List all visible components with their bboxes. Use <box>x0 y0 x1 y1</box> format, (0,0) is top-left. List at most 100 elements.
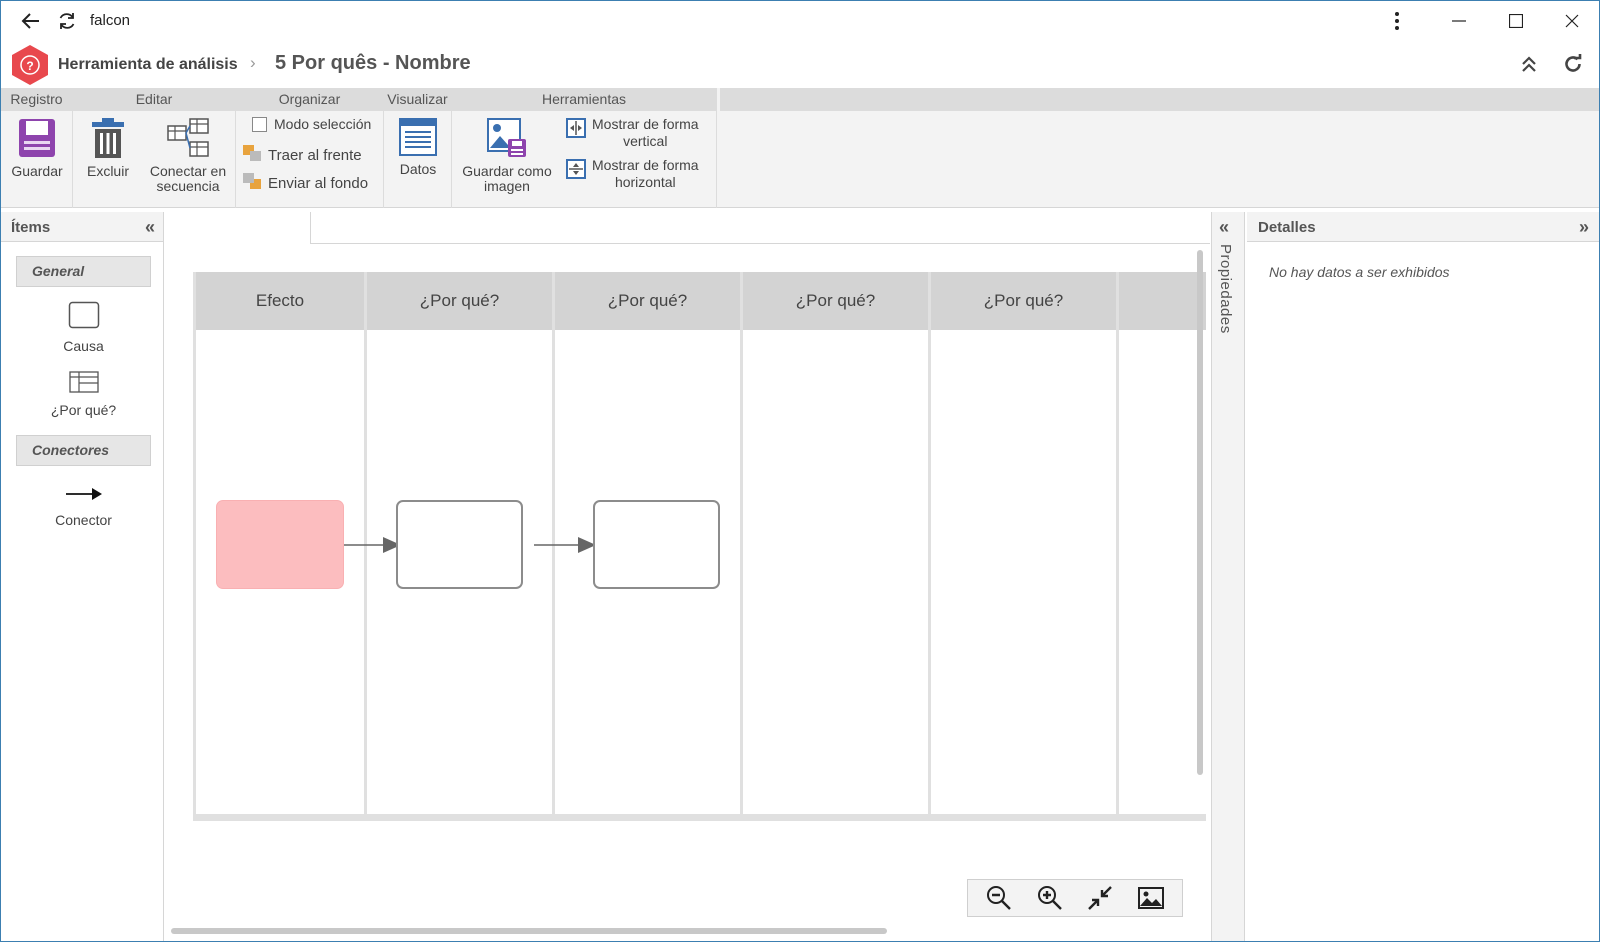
show-horizontal-button[interactable]: Mostrar de forma horizontal <box>566 157 699 191</box>
save-image-icon <box>460 118 554 161</box>
ribbon-group-visualizar: Visualizar Datos <box>384 88 452 208</box>
save-button[interactable]: Guardar <box>1 118 73 179</box>
tab-divider <box>311 243 1210 244</box>
palette-item-causa[interactable]: Causa <box>16 301 151 354</box>
connect-label-line1: Conectar en <box>149 163 227 179</box>
section-conectores: Conectores <box>16 435 151 466</box>
data-table-icon <box>384 118 452 159</box>
details-header: Detalles » <box>1247 212 1599 242</box>
vertical-layout-icon <box>566 118 586 141</box>
delete-label: Excluir <box>86 163 129 179</box>
close-icon[interactable] <box>1547 1 1597 41</box>
show-vertical-button[interactable]: Mostrar de forma vertical <box>566 116 699 150</box>
zoom-in-icon[interactable] <box>1033 883 1067 913</box>
bring-front-label: Traer al frente <box>268 146 362 164</box>
rounded-rect-icon <box>16 301 151 332</box>
more-vertical-icon[interactable] <box>1377 1 1417 41</box>
ribbon-group-organizar: Organizar Modo selección Traer al frente… <box>236 88 384 208</box>
send-to-back-button[interactable]: Enviar al fondo <box>242 172 368 194</box>
data-label: Datos <box>399 161 437 177</box>
horizontal-layout-icon <box>566 159 586 182</box>
window-title: falcon <box>90 12 131 29</box>
floppy-disk-icon <box>1 118 73 161</box>
connect-sequence-button[interactable]: Conectar en secuencia <box>143 118 233 194</box>
show-vertical-label-line2: vertical <box>623 133 668 149</box>
group-title: Registro <box>1 88 72 111</box>
items-panel-title: Ítems <box>11 219 51 236</box>
save-label: Guardar <box>11 163 63 179</box>
effect-node[interactable] <box>216 500 344 589</box>
section-general: General <box>16 256 151 287</box>
save-image-label-line2: imagen <box>484 178 530 194</box>
arrow-right-icon <box>16 485 151 506</box>
page-title: 5 Por quês - Nombre <box>275 52 471 74</box>
palette-item-por-que[interactable]: ¿Por qué? <box>16 371 151 418</box>
palette-item-conector[interactable]: Conector <box>16 485 151 528</box>
canvas-tab[interactable] <box>165 212 311 244</box>
group-title: Visualizar <box>384 88 451 111</box>
send-back-icon <box>242 172 262 194</box>
title-bar: falcon <box>1 1 1599 41</box>
details-panel: Detalles » No hay datos a ser exhibidos <box>1247 212 1599 941</box>
bring-to-front-button[interactable]: Traer al frente <box>242 144 362 166</box>
group-title: Herramientas <box>452 88 716 111</box>
group-title: Organizar <box>236 88 383 111</box>
palette-item-label: Conector <box>55 512 112 528</box>
ribbon-group-registro: Registro Guardar <box>1 88 73 208</box>
fit-to-screen-icon[interactable] <box>1083 883 1117 913</box>
save-as-image-button[interactable]: Guardar como imagen <box>460 118 554 194</box>
collapse-properties-icon[interactable]: « <box>1219 218 1229 236</box>
trash-icon <box>75 118 141 161</box>
save-image-label-line1: Guardar como <box>462 163 552 179</box>
refresh-icon[interactable] <box>49 1 85 41</box>
reload-icon[interactable] <box>1563 53 1583 79</box>
data-button[interactable]: Datos <box>384 118 452 177</box>
connect-sequence-icon <box>143 118 233 161</box>
checkbox-box[interactable] <box>252 116 267 132</box>
zoom-toolbar <box>967 879 1183 917</box>
palette-item-label: Causa <box>63 338 104 354</box>
maximize-icon[interactable] <box>1491 1 1541 41</box>
diagram-canvas-area: Efecto ¿Por qué? ¿Por qué? ¿Por qué? ¿Po… <box>165 212 1210 941</box>
details-title: Detalles <box>1258 219 1316 236</box>
app-header: ? Herramienta de análisis › 5 Por quês -… <box>1 41 1599 88</box>
details-empty-message: No hay datos a ser exhibidos <box>1269 264 1450 280</box>
collapse-up-icon[interactable] <box>1521 55 1537 78</box>
ribbon-filler <box>720 88 1599 111</box>
five-whys-diagram[interactable]: Efecto ¿Por qué? ¿Por qué? ¿Por qué? ¿Po… <box>193 272 1206 821</box>
why-node[interactable] <box>593 500 720 589</box>
ribbon-group-herramientas: Herramientas Guardar como imagen Mostrar… <box>452 88 717 208</box>
selection-mode-label: Modo selección <box>274 116 372 132</box>
collapse-left-icon[interactable]: « <box>145 218 155 236</box>
app-window: falcon ? Herramienta de análisis › 5 Por… <box>0 0 1600 942</box>
export-image-icon[interactable] <box>1134 883 1168 913</box>
app-name[interactable]: Herramienta de análisis <box>58 56 238 74</box>
show-horizontal-label-line2: horizontal <box>614 174 676 190</box>
app-logo-icon: ? <box>10 44 50 86</box>
group-title: Editar <box>73 88 235 111</box>
selection-mode-checkbox[interactable]: Modo selección <box>252 116 371 132</box>
items-panel-header: Ítems « <box>1 212 163 242</box>
minimize-icon[interactable] <box>1434 1 1484 41</box>
horizontal-scrollbar[interactable] <box>171 928 887 934</box>
show-horizontal-label-line1: Mostrar de forma <box>592 157 699 173</box>
vertical-scrollbar[interactable] <box>1197 250 1203 775</box>
breadcrumb-separator: › <box>250 53 256 72</box>
ribbon-group-editar: Editar Excluir Conectar en secuencia <box>73 88 236 208</box>
back-arrow-icon[interactable] <box>13 1 49 41</box>
connect-label-line2: secuencia <box>156 178 220 194</box>
send-back-label: Enviar al fondo <box>268 174 369 192</box>
ribbon-toolbar: Registro Guardar Editar Excluir Conectar… <box>1 88 1599 208</box>
items-panel: Ítems « General Causa ¿Por qué? Conector… <box>1 212 164 941</box>
bring-front-icon <box>242 144 262 166</box>
delete-button[interactable]: Excluir <box>75 118 141 179</box>
expand-right-icon[interactable]: » <box>1579 218 1589 236</box>
swimlane-icon <box>16 371 151 396</box>
properties-label[interactable]: Propiedades <box>1217 244 1234 334</box>
show-vertical-label-line1: Mostrar de forma <box>592 116 699 132</box>
why-node[interactable] <box>396 500 523 589</box>
svg-text:?: ? <box>26 59 33 73</box>
zoom-out-icon[interactable] <box>982 883 1016 913</box>
properties-sidebar[interactable]: « Propiedades <box>1211 212 1245 941</box>
palette-item-label: ¿Por qué? <box>50 402 117 418</box>
